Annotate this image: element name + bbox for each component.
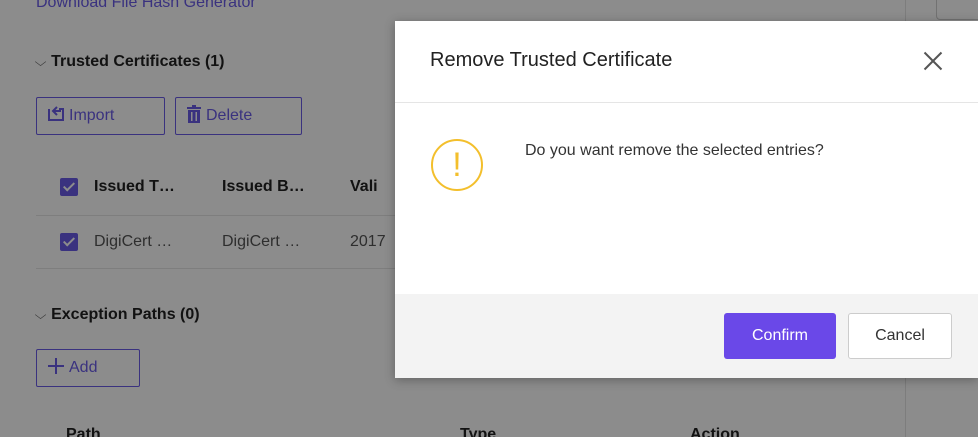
confirm-button[interactable]: Confirm [724, 313, 836, 359]
warning-icon: ! [431, 139, 483, 191]
dialog-header: Remove Trusted Certificate [395, 21, 978, 103]
dialog-title: Remove Trusted Certificate [430, 49, 673, 71]
remove-certificate-dialog: Remove Trusted Certificate ! Do you want… [395, 21, 978, 378]
dialog-message: Do you want remove the selected entries? [525, 142, 824, 159]
cancel-button[interactable]: Cancel [848, 313, 952, 359]
close-icon[interactable] [920, 49, 946, 75]
